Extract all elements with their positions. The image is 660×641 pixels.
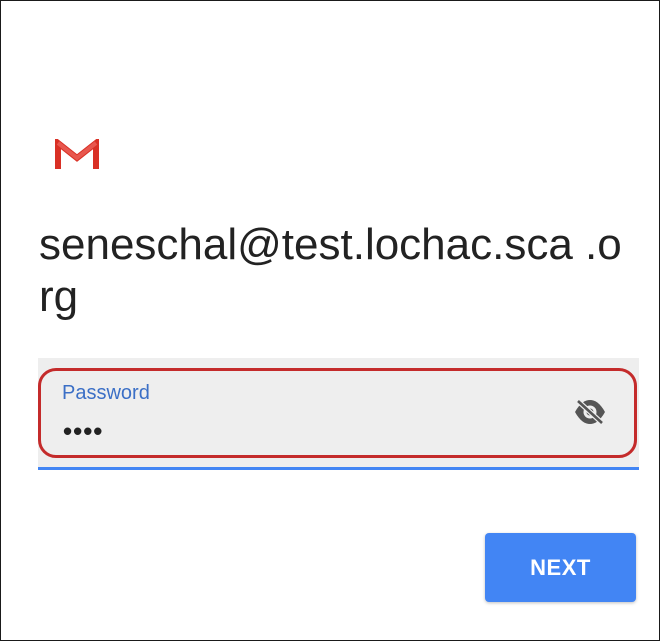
password-label: Password — [62, 382, 150, 404]
login-screen: seneschal@test.lochac.sca .org Password … — [0, 0, 660, 641]
password-input[interactable]: •••• — [63, 416, 103, 447]
account-email: seneschal@test.lochac.sca .org — [39, 220, 622, 321]
visibility-off-icon[interactable] — [570, 396, 610, 428]
password-field[interactable]: Password •••• — [38, 358, 639, 470]
next-button[interactable]: NEXT — [485, 533, 636, 602]
gmail-logo-icon — [55, 136, 99, 171]
